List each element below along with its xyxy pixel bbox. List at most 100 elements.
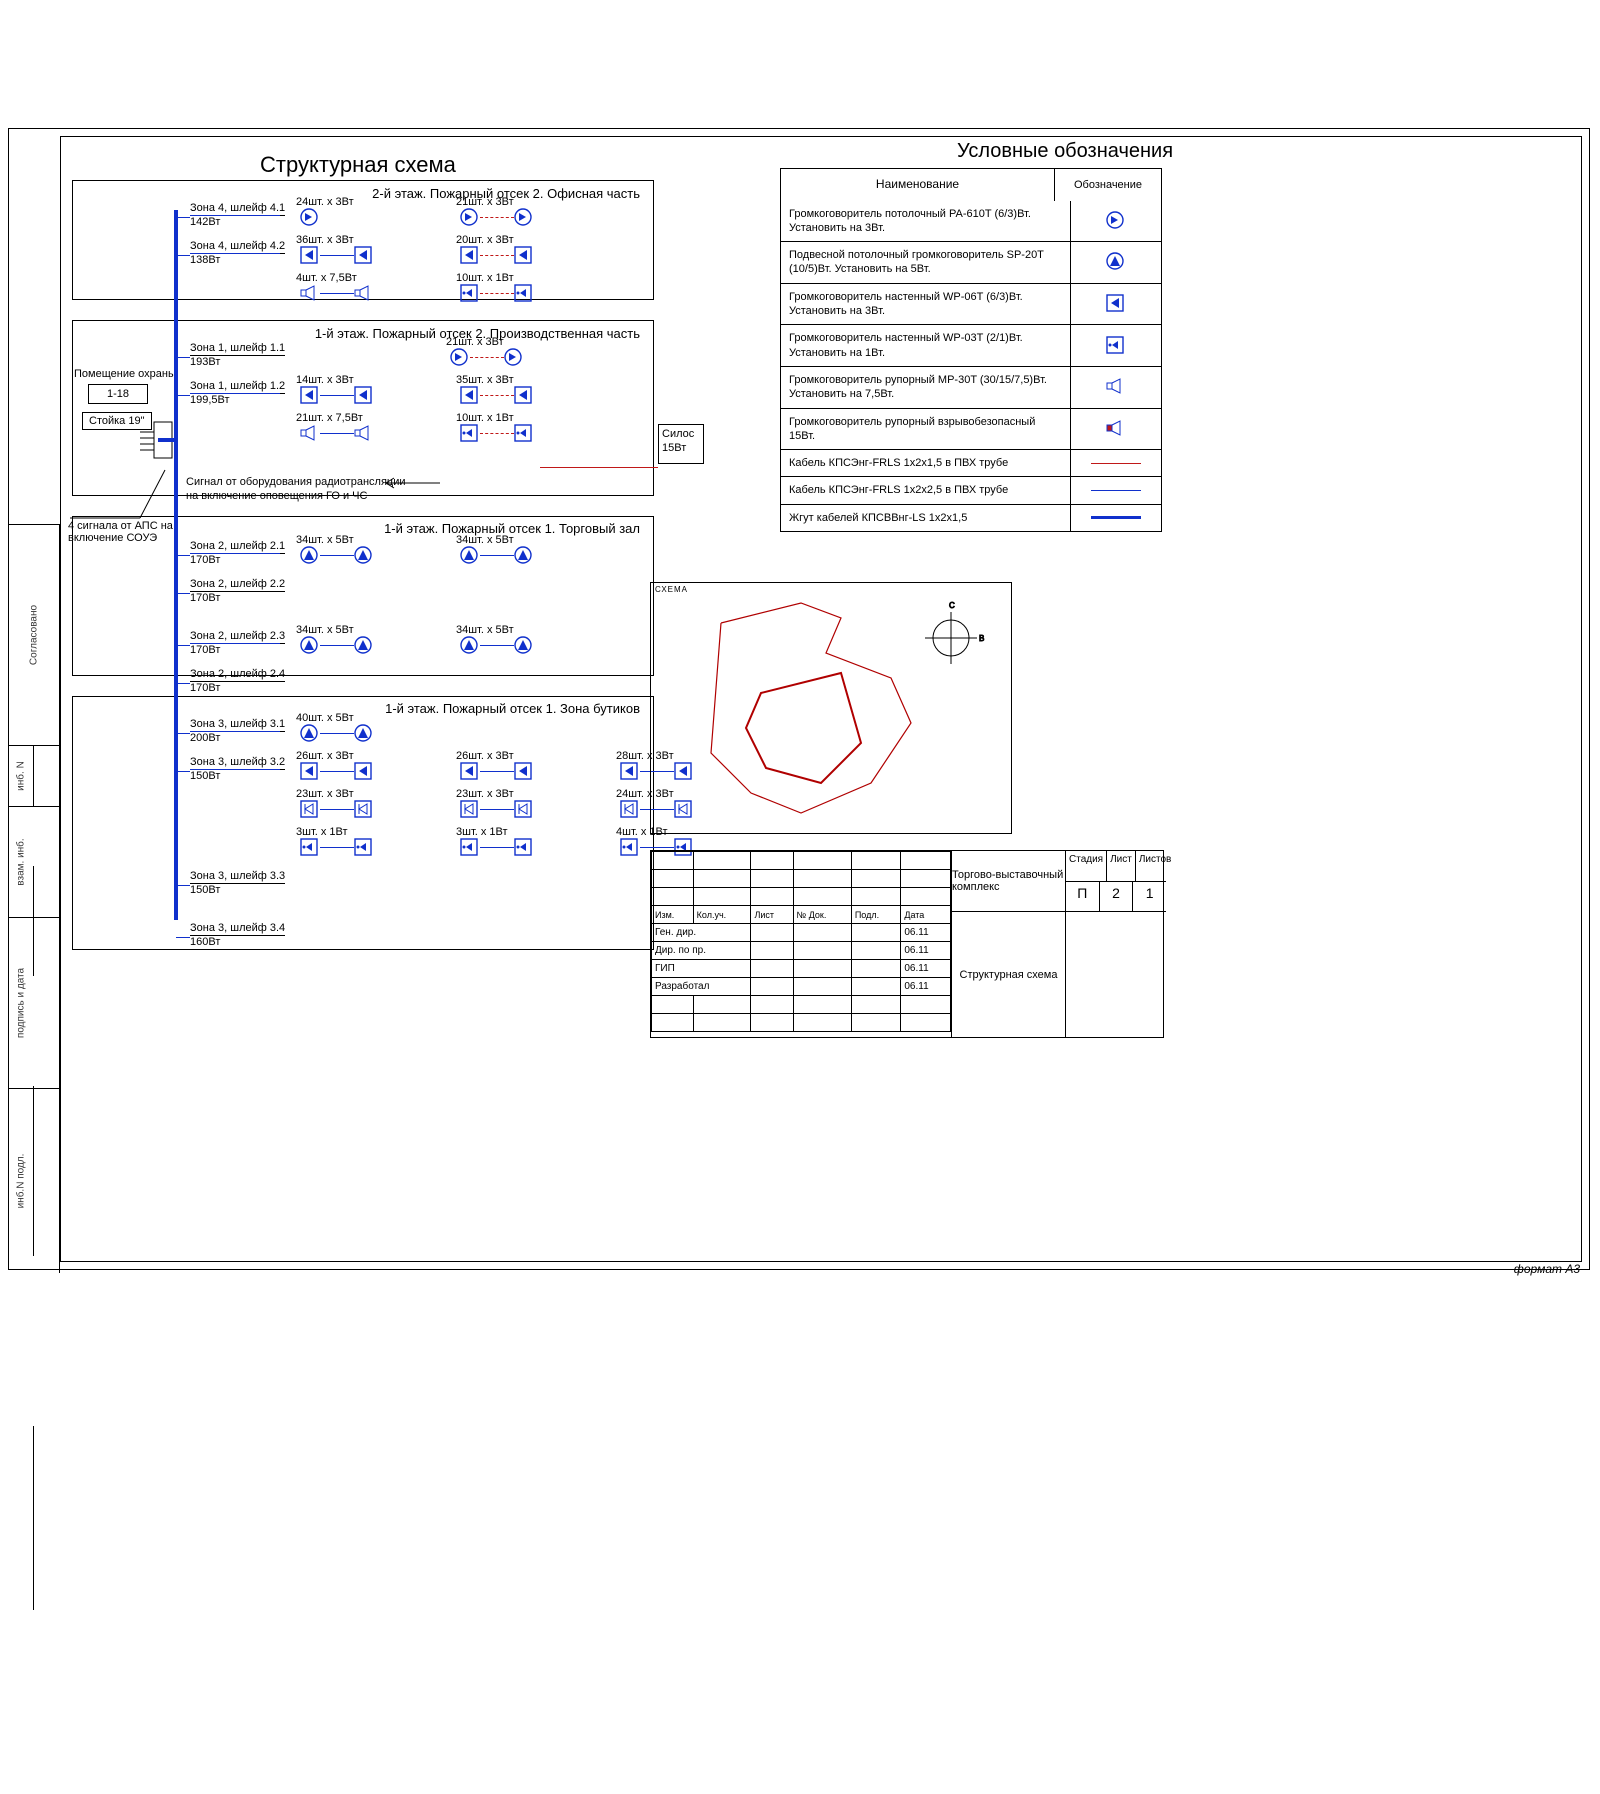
loop-label: 3шт. x 1Вт (456, 826, 508, 838)
legend-item: Громкоговоритель рупорный взрывобезопасн… (781, 409, 1071, 450)
pendant-icon (354, 636, 374, 656)
wall03-icon (460, 284, 480, 304)
bus-trunk (174, 210, 178, 920)
ceiling-icon (300, 208, 320, 228)
radio-label-1: Сигнал от оборудования радиотрансляции (186, 476, 406, 488)
legend-symbol (1071, 505, 1161, 531)
pendant-icon (300, 636, 320, 656)
loop-label: Зона 3, шлейф 3.4 (190, 922, 285, 936)
wall03-icon (620, 838, 640, 858)
stage: П (1066, 882, 1100, 912)
pendant-icon (300, 546, 320, 566)
wall06-icon (620, 762, 640, 782)
loop-label: Зона 4, шлейф 4.1 (190, 202, 285, 216)
wall03-icon (514, 424, 534, 444)
loop-label: 150Вт (190, 770, 220, 782)
legend-symbol (1071, 201, 1161, 242)
margin-label: Согласовано (28, 605, 39, 665)
guard-room-label: Помещение охраны (74, 368, 176, 380)
radio-label-2: на включение оповещения ГО и ЧС (186, 490, 367, 502)
format-label: формат A3 (1514, 1262, 1580, 1276)
arrow-left-icon (380, 476, 440, 490)
loop-label: 138Вт (190, 254, 220, 266)
minimap: СХЕМА С В (650, 582, 1012, 834)
legend-symbol (1071, 409, 1161, 450)
legend-item: Громкоговоритель рупорный MP-30T (30/15/… (781, 367, 1071, 408)
wall06-icon (354, 246, 374, 266)
horn-icon (354, 284, 374, 304)
wall06-icon (460, 762, 480, 782)
loop-label: 36шт. x 3Вт (296, 234, 354, 246)
loop-label: Зона 1, шлейф 1.2 (190, 380, 285, 394)
loop-label: 142Вт (190, 216, 220, 228)
margin-label: взам. инб. (16, 838, 27, 885)
margin-label: инб. N (16, 761, 27, 791)
wall06-icon (300, 246, 320, 266)
diagram-title: Структурная схема (260, 152, 456, 178)
pendant-icon (460, 636, 480, 656)
loop-label: Зона 4, шлейф 4.2 (190, 240, 285, 254)
loop-label: 40шт. x 5Вт (296, 712, 354, 724)
loop-label: Зона 1, шлейф 1.1 (190, 342, 285, 356)
legend-item: Громкоговоритель настенный WP-06T (6/3)В… (781, 284, 1071, 325)
wall06-icon (514, 246, 534, 266)
legend-symbol (1071, 284, 1161, 325)
wall06-icon (354, 386, 374, 406)
wall06-icon (354, 762, 374, 782)
ceiling-icon (450, 348, 470, 368)
loop-label: 34шт. x 5Вт (296, 534, 354, 546)
horn-icon (300, 284, 320, 304)
wall03-icon (354, 838, 374, 858)
loop-label: 4шт. x 7,5Вт (296, 272, 357, 284)
left-margin: Согласовано инб. N взам. инб. подпись и … (8, 524, 60, 1268)
loop-label: 170Вт (190, 682, 220, 694)
loop-label: 193Вт (190, 356, 220, 368)
legend-item: Громкоговоритель потолочный PA-610T (6/3… (781, 201, 1071, 242)
wall03-icon (514, 284, 534, 304)
legend-item: Жгут кабелей КПСВВнг-LS 1x2x1,5 (781, 505, 1071, 531)
loop-label: 200Вт (190, 732, 220, 744)
loop-label: Зона 2, шлейф 2.3 (190, 630, 285, 644)
wall03-icon (460, 838, 480, 858)
margin-label: инб.N подл. (16, 1154, 27, 1209)
silo-label: Силос (662, 428, 694, 440)
loop-label: 34шт. x 5Вт (456, 624, 514, 636)
loop-label: Зона 3, шлейф 3.3 (190, 870, 285, 884)
loop-label: 23шт. x 3Вт (296, 788, 354, 800)
loop-label: 160Вт (190, 936, 220, 948)
loop-label: 3шт. x 1Вт (296, 826, 348, 838)
loop-label: 10шт. x 1Вт (456, 412, 514, 424)
horn-icon (354, 424, 374, 444)
doc-name: Структурная схема (952, 912, 1066, 1038)
svg-text:С: С (949, 601, 955, 610)
svg-text:В: В (979, 634, 984, 643)
sheet: 2 (1100, 882, 1134, 912)
wall03b-icon (354, 800, 374, 820)
margin-label: подпись и дата (16, 968, 27, 1038)
loop-label: 34шт. x 5Вт (296, 624, 354, 636)
loop-label: 150Вт (190, 884, 220, 896)
loop-label: 34шт. x 5Вт (456, 534, 514, 546)
loop-label: 199,5Вт (190, 394, 230, 406)
loop-label: 23шт. x 3Вт (456, 788, 514, 800)
loop-label: 20шт. x 3Вт (456, 234, 514, 246)
pendant-icon (460, 546, 480, 566)
loop-label: 26шт. x 3Вт (456, 750, 514, 762)
wall06-icon (460, 246, 480, 266)
pendant-icon (514, 546, 534, 566)
loop-label: Зона 2, шлейф 2.1 (190, 540, 285, 554)
loop-label: 14шт. x 3Вт (296, 374, 354, 386)
loop-label: 35шт. x 3Вт (456, 374, 514, 386)
loop-label: 26шт. x 3Вт (296, 750, 354, 762)
guard-cells: 1-18 (88, 384, 148, 404)
legend-symbol (1071, 367, 1161, 408)
legend-item: Кабель КПСЭнг-FRLS 1x2x1,5 в ПВХ трубе (781, 450, 1071, 476)
wall03-icon (300, 838, 320, 858)
pendant-icon (354, 546, 374, 566)
pendant-icon (354, 724, 374, 744)
ceiling-icon (504, 348, 524, 368)
loop-label: 21шт. x 3Вт (456, 196, 514, 208)
wall03b-icon (460, 800, 480, 820)
pendant-icon (300, 724, 320, 744)
horn-icon (300, 424, 320, 444)
